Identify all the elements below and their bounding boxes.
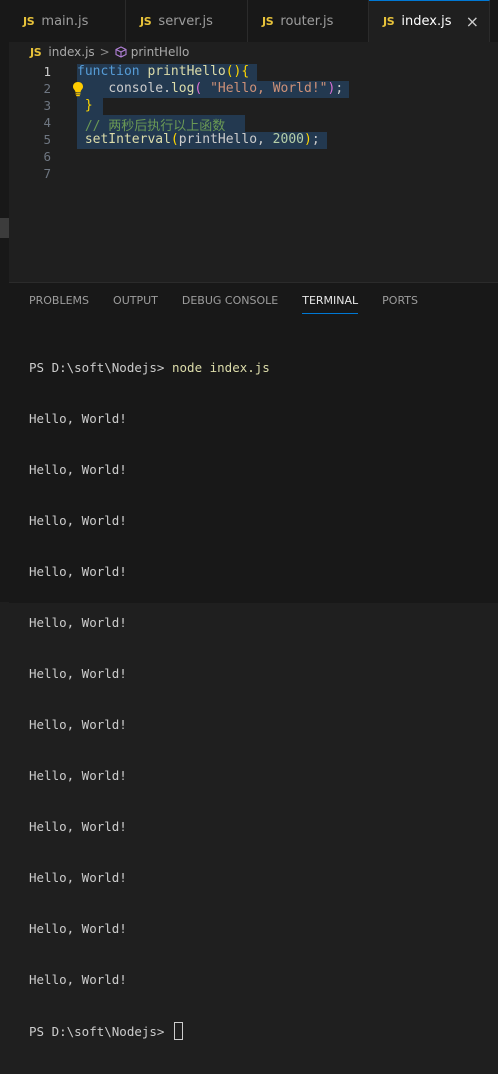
code-token: ;: [311, 132, 320, 147]
terminal-cursor: [174, 1022, 183, 1040]
method-cube-icon: [115, 46, 127, 58]
js-file-icon: JS: [383, 15, 395, 28]
code-token: ;: [335, 81, 344, 96]
tab-main-js[interactable]: JS main.js: [9, 0, 126, 42]
line-number: 7: [43, 166, 51, 181]
line-number: 4: [43, 115, 51, 130]
terminal-line: Hello, World!: [29, 717, 127, 732]
line-number: 1: [43, 64, 51, 79]
tab-debug-console[interactable]: DEBUG CONSOLE: [182, 294, 278, 314]
terminal-line: Hello, World!: [29, 513, 127, 528]
terminal-line: Hello, World!: [29, 768, 127, 783]
code-token: (){: [225, 64, 250, 79]
code-token: (: [170, 132, 179, 147]
editor-tab-bar: JS main.js JS server.js JS router.js JS …: [9, 0, 498, 42]
terminal-line: Hello, World!: [29, 921, 127, 936]
js-file-icon: JS: [30, 45, 42, 59]
lightbulb-icon[interactable]: [71, 81, 85, 97]
terminal-line: Hello, World!: [29, 615, 127, 630]
bottom-panel: PROBLEMS OUTPUT DEBUG CONSOLE TERMINAL P…: [9, 282, 498, 1040]
terminal-command-line: PS D:\soft\Nodejs> node index.js: [29, 359, 270, 376]
code-token: ): [303, 132, 312, 147]
terminal-prompt: PS D:\soft\Nodejs>: [29, 360, 172, 375]
breadcrumb: JS index.js > printHello: [30, 43, 189, 61]
tab-ports[interactable]: PORTS: [382, 294, 418, 314]
code-token: printHello,: [178, 132, 273, 147]
terminal-final-line: PS D:\soft\Nodejs>: [29, 1022, 270, 1040]
code-line[interactable]: }: [77, 98, 93, 113]
line-number: 5: [43, 132, 51, 147]
code-token: }: [84, 98, 93, 113]
code-token: console.: [108, 81, 171, 96]
code-token: 2000: [272, 132, 304, 147]
line-number: 3: [43, 98, 51, 113]
terminal-line: Hello, World!: [29, 564, 127, 579]
terminal-line: Hello, World!: [29, 870, 127, 885]
code-token: log: [170, 81, 195, 96]
tab-label: main.js: [41, 13, 89, 29]
code-line[interactable]: function printHello(){: [77, 64, 249, 79]
code-token: "Hello, World!": [210, 81, 328, 96]
code-line[interactable]: console.log( "Hello, World!");: [77, 81, 343, 96]
code-token: function: [77, 64, 140, 79]
js-file-icon: JS: [262, 14, 274, 28]
tab-terminal[interactable]: TERMINAL: [302, 294, 359, 314]
code-token: printHello: [147, 64, 226, 79]
activity-strip: [0, 0, 9, 602]
terminal-prompt: PS D:\soft\Nodejs>: [29, 1024, 172, 1039]
terminal-line: Hello, World!: [29, 972, 127, 987]
terminal-line: Hello, World!: [29, 819, 127, 834]
js-file-icon: JS: [140, 14, 152, 28]
code-line[interactable]: setInterval(printHello, 2000);: [77, 132, 320, 147]
js-file-icon: JS: [23, 14, 35, 28]
terminal-output[interactable]: PS D:\soft\Nodejs> node index.js Hello, …: [29, 325, 270, 1074]
line-number: 2: [43, 81, 51, 96]
breadcrumb-separator: >: [99, 45, 110, 59]
breadcrumb-file[interactable]: index.js: [48, 45, 94, 59]
tab-label: index.js: [401, 14, 452, 29]
tab-server-js[interactable]: JS server.js: [126, 0, 248, 42]
close-icon[interactable]: ×: [466, 13, 479, 30]
terminal-line: Hello, World!: [29, 666, 127, 681]
breadcrumb-symbol[interactable]: printHello: [131, 45, 190, 59]
tab-index-js[interactable]: JS index.js ×: [369, 0, 490, 42]
tab-label: server.js: [158, 13, 213, 29]
tab-label: router.js: [280, 13, 334, 29]
code-token: setInterval: [84, 132, 171, 147]
tab-router-js[interactable]: JS router.js: [248, 0, 369, 42]
scroll-indicator: [0, 218, 9, 238]
tab-problems[interactable]: PROBLEMS: [29, 294, 89, 314]
terminal-command: node index.js: [172, 360, 270, 375]
tab-output[interactable]: OUTPUT: [113, 294, 158, 314]
terminal-line: Hello, World!: [29, 411, 127, 426]
line-number: 6: [43, 149, 51, 164]
panel-tabs: PROBLEMS OUTPUT DEBUG CONSOLE TERMINAL P…: [29, 294, 442, 314]
terminal-line: Hello, World!: [29, 462, 127, 477]
